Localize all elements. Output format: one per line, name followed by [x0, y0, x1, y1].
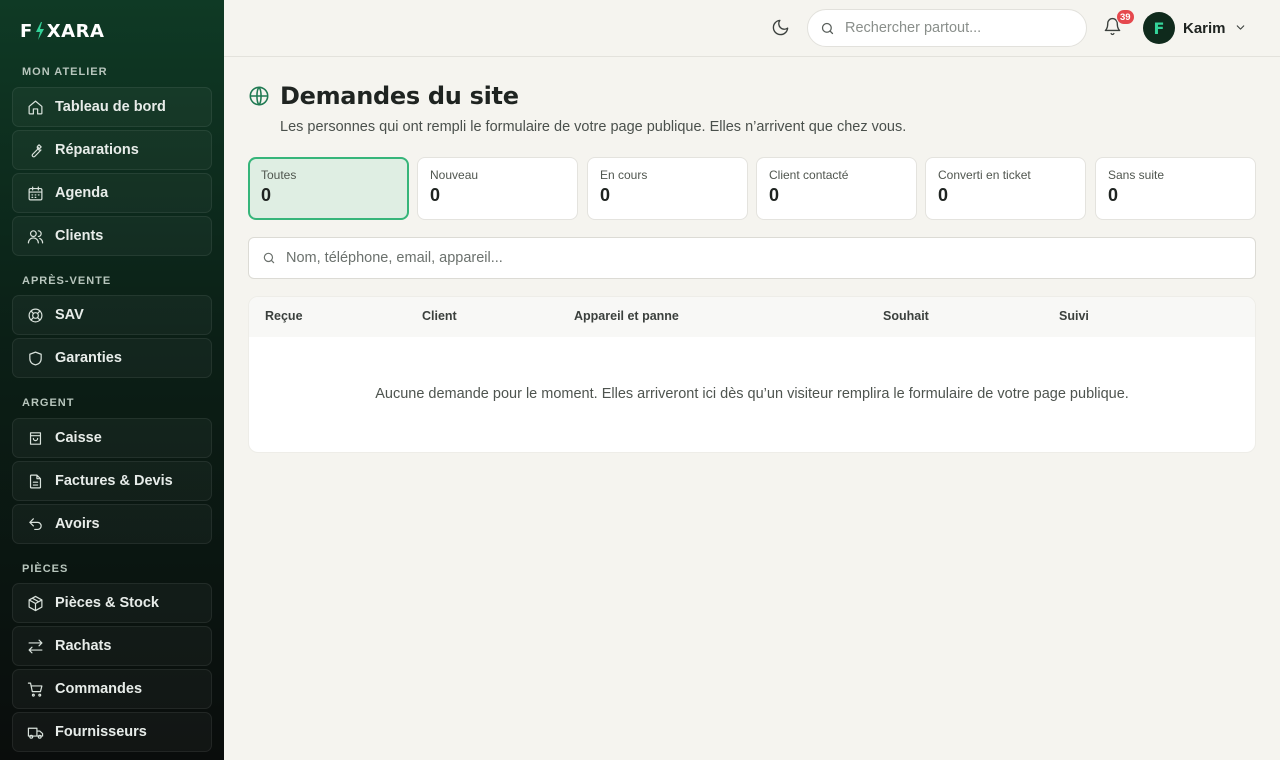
- notification-badge: 39: [1116, 9, 1135, 25]
- chevron-down-icon: [1234, 21, 1248, 35]
- wrench-icon: [26, 141, 44, 159]
- sidebar-item-caisse[interactable]: Caisse: [12, 418, 212, 458]
- search-icon: [821, 22, 834, 34]
- stat-value: 0: [938, 185, 949, 205]
- table-header: Reçue Client Appareil et panne Souhait S…: [249, 297, 1255, 337]
- stat-label: En cours: [600, 168, 648, 182]
- user-name: Karim: [1183, 19, 1226, 37]
- brand-right: XARA: [46, 20, 105, 42]
- document-icon: [26, 472, 44, 490]
- register-icon: [26, 429, 44, 447]
- global-search-input[interactable]: [845, 20, 1065, 36]
- calendar-icon: [26, 184, 44, 202]
- status-filter-converti-en-ticket[interactable]: Converti en ticket 0: [925, 157, 1086, 220]
- sidebar-item-factures-devis[interactable]: Factures & Devis: [12, 461, 212, 501]
- stat-value: 0: [430, 185, 441, 205]
- stat-label: Toutes: [261, 168, 297, 182]
- swap-icon: [26, 637, 44, 655]
- moon-icon[interactable]: [771, 18, 791, 38]
- sidebar-item-clients[interactable]: Clients: [12, 216, 212, 256]
- status-filter-nouveau[interactable]: Nouveau 0: [417, 157, 578, 220]
- section-label-pieces: PIÈCES: [22, 563, 69, 575]
- globe-icon: [248, 85, 270, 107]
- column-header-souhait[interactable]: Souhait: [883, 309, 929, 323]
- sidebar-item-label: Pièces & Stock: [55, 595, 159, 611]
- column-header-appareil[interactable]: Appareil et panne: [574, 309, 679, 323]
- sidebar-item-label: Réparations: [55, 142, 139, 158]
- page-title: Demandes du site: [280, 82, 519, 110]
- sidebar-item-label: Clients: [55, 228, 104, 244]
- sidebar-item-fournisseurs[interactable]: Fournisseurs: [12, 712, 212, 752]
- status-filter-sans-suite[interactable]: Sans suite 0: [1095, 157, 1256, 220]
- shield-icon: [26, 349, 44, 367]
- sidebar-item-label: Avoirs: [55, 516, 100, 532]
- topbar: 39 F Karim: [224, 0, 1280, 57]
- stat-label: Nouveau: [430, 168, 479, 182]
- sidebar-item-agenda[interactable]: Agenda: [12, 173, 212, 213]
- stat-label: Sans suite: [1108, 168, 1165, 182]
- section-label-apres-vente: APRÈS-VENTE: [22, 275, 112, 287]
- sidebar-item-label: Garanties: [55, 350, 122, 366]
- page-subtitle: Les personnes qui ont rempli le formulai…: [280, 119, 907, 135]
- sidebar-item-reparations[interactable]: Réparations: [12, 130, 212, 170]
- requests-search[interactable]: [248, 237, 1256, 279]
- sidebar-item-label: Tableau de bord: [55, 99, 166, 115]
- status-filter-toutes[interactable]: Toutes 0: [248, 157, 409, 220]
- stat-value: 0: [769, 185, 780, 205]
- status-filter-client-contacte[interactable]: Client contacté 0: [756, 157, 917, 220]
- sidebar-item-label: Fournisseurs: [55, 724, 147, 740]
- sidebar-item-label: Factures & Devis: [55, 473, 173, 489]
- sidebar-item-avoirs[interactable]: Avoirs: [12, 504, 212, 544]
- sidebar-item-label: Commandes: [55, 681, 143, 697]
- requests-search-input[interactable]: [286, 250, 1186, 266]
- sidebar-item-garanties[interactable]: Garanties: [12, 338, 212, 378]
- lifebuoy-icon: [26, 306, 44, 324]
- sidebar-item-label: Rachats: [55, 638, 112, 654]
- section-label-argent: ARGENT: [22, 397, 75, 409]
- avatar: F: [1143, 12, 1175, 44]
- section-label-mon-atelier: MON ATELIER: [22, 66, 108, 78]
- stat-value: 0: [600, 185, 611, 205]
- home-icon: [26, 98, 44, 116]
- requests-table: Reçue Client Appareil et panne Souhait S…: [248, 296, 1256, 453]
- sidebar-item-commandes[interactable]: Commandes: [12, 669, 212, 709]
- sidebar-item-sav[interactable]: SAV: [12, 295, 212, 335]
- package-icon: [26, 594, 44, 612]
- sidebar: F XARA MON ATELIER Tableau de bord Répar…: [0, 0, 224, 760]
- stat-label: Client contacté: [769, 168, 849, 182]
- users-icon: [26, 227, 44, 245]
- empty-state-message: Aucune demande pour le moment. Elles arr…: [375, 386, 1129, 402]
- brand-left: F: [20, 20, 33, 42]
- column-header-recue[interactable]: Reçue: [265, 309, 303, 323]
- stat-value: 0: [1108, 185, 1119, 205]
- sidebar-item-label: SAV: [55, 307, 84, 323]
- column-header-suivi[interactable]: Suivi: [1059, 309, 1089, 323]
- stat-value: 0: [261, 185, 272, 205]
- undo-icon: [26, 515, 44, 533]
- column-header-client[interactable]: Client: [422, 309, 457, 323]
- bolt-icon: [35, 22, 44, 40]
- sidebar-item-tableau-de-bord[interactable]: Tableau de bord: [12, 87, 212, 127]
- cart-icon: [26, 680, 44, 698]
- global-search[interactable]: [807, 9, 1087, 47]
- stat-label: Converti en ticket: [938, 168, 1031, 182]
- user-menu[interactable]: F Karim: [1143, 12, 1248, 44]
- status-filter-en-cours[interactable]: En cours 0: [587, 157, 748, 220]
- sidebar-item-label: Agenda: [55, 185, 109, 201]
- sidebar-item-pieces-stock[interactable]: Pièces & Stock: [12, 583, 212, 623]
- search-icon: [263, 252, 275, 264]
- truck-icon: [26, 723, 44, 741]
- brand-logo[interactable]: F XARA: [20, 19, 104, 43]
- sidebar-item-label: Caisse: [55, 430, 102, 446]
- sidebar-item-rachats[interactable]: Rachats: [12, 626, 212, 666]
